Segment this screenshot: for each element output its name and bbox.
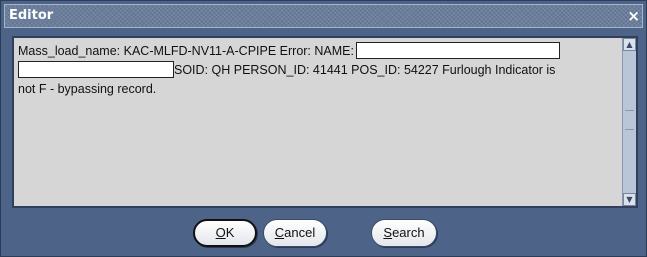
- scroll-grip[interactable]: [625, 110, 634, 130]
- vertical-scrollbar[interactable]: ▲ ▼: [622, 38, 636, 206]
- title-bar[interactable]: Editor ×: [4, 4, 643, 28]
- redacted-name-box: [355, 42, 560, 59]
- message-line-1-text: Mass_load_name: KAC-MLFD-NV11-A-CPIPE Er…: [18, 44, 354, 58]
- message-line-2: SOID: QH PERSON_ID: 41441 POS_ID: 54227 …: [18, 61, 618, 80]
- close-icon[interactable]: ×: [627, 7, 640, 25]
- editor-dialog: Editor × Mass_load_name: KAC-MLFD-NV11-A…: [0, 0, 647, 257]
- ok-button[interactable]: OK: [193, 219, 257, 247]
- search-button[interactable]: Search: [371, 219, 437, 247]
- cancel-label-rest: ancel: [284, 225, 316, 240]
- editor-text-area[interactable]: Mass_load_name: KAC-MLFD-NV11-A-CPIPE Er…: [12, 36, 638, 208]
- scroll-down-arrow-icon[interactable]: ▼: [623, 193, 636, 206]
- search-label-rest: earch: [392, 225, 425, 240]
- message-line-1: Mass_load_name: KAC-MLFD-NV11-A-CPIPE Er…: [18, 42, 618, 61]
- cancel-mnemonic: C: [274, 225, 285, 240]
- ok-label-rest: K: [225, 225, 235, 240]
- dialog-title: Editor: [9, 8, 58, 23]
- cancel-button[interactable]: Cancel: [263, 219, 327, 247]
- message-line-3: not F - bypassing record.: [18, 82, 157, 96]
- redacted-name-box-2: [18, 61, 174, 78]
- scroll-up-arrow-icon[interactable]: ▲: [623, 38, 636, 51]
- button-bar: OK Cancel Search: [1, 213, 646, 253]
- search-mnemonic: S: [383, 225, 393, 240]
- message-line-2-text: SOID: QH PERSON_ID: 41441 POS_ID: 54227 …: [174, 63, 556, 77]
- message-text: Mass_load_name: KAC-MLFD-NV11-A-CPIPE Er…: [18, 42, 618, 99]
- ok-mnemonic: O: [215, 225, 226, 240]
